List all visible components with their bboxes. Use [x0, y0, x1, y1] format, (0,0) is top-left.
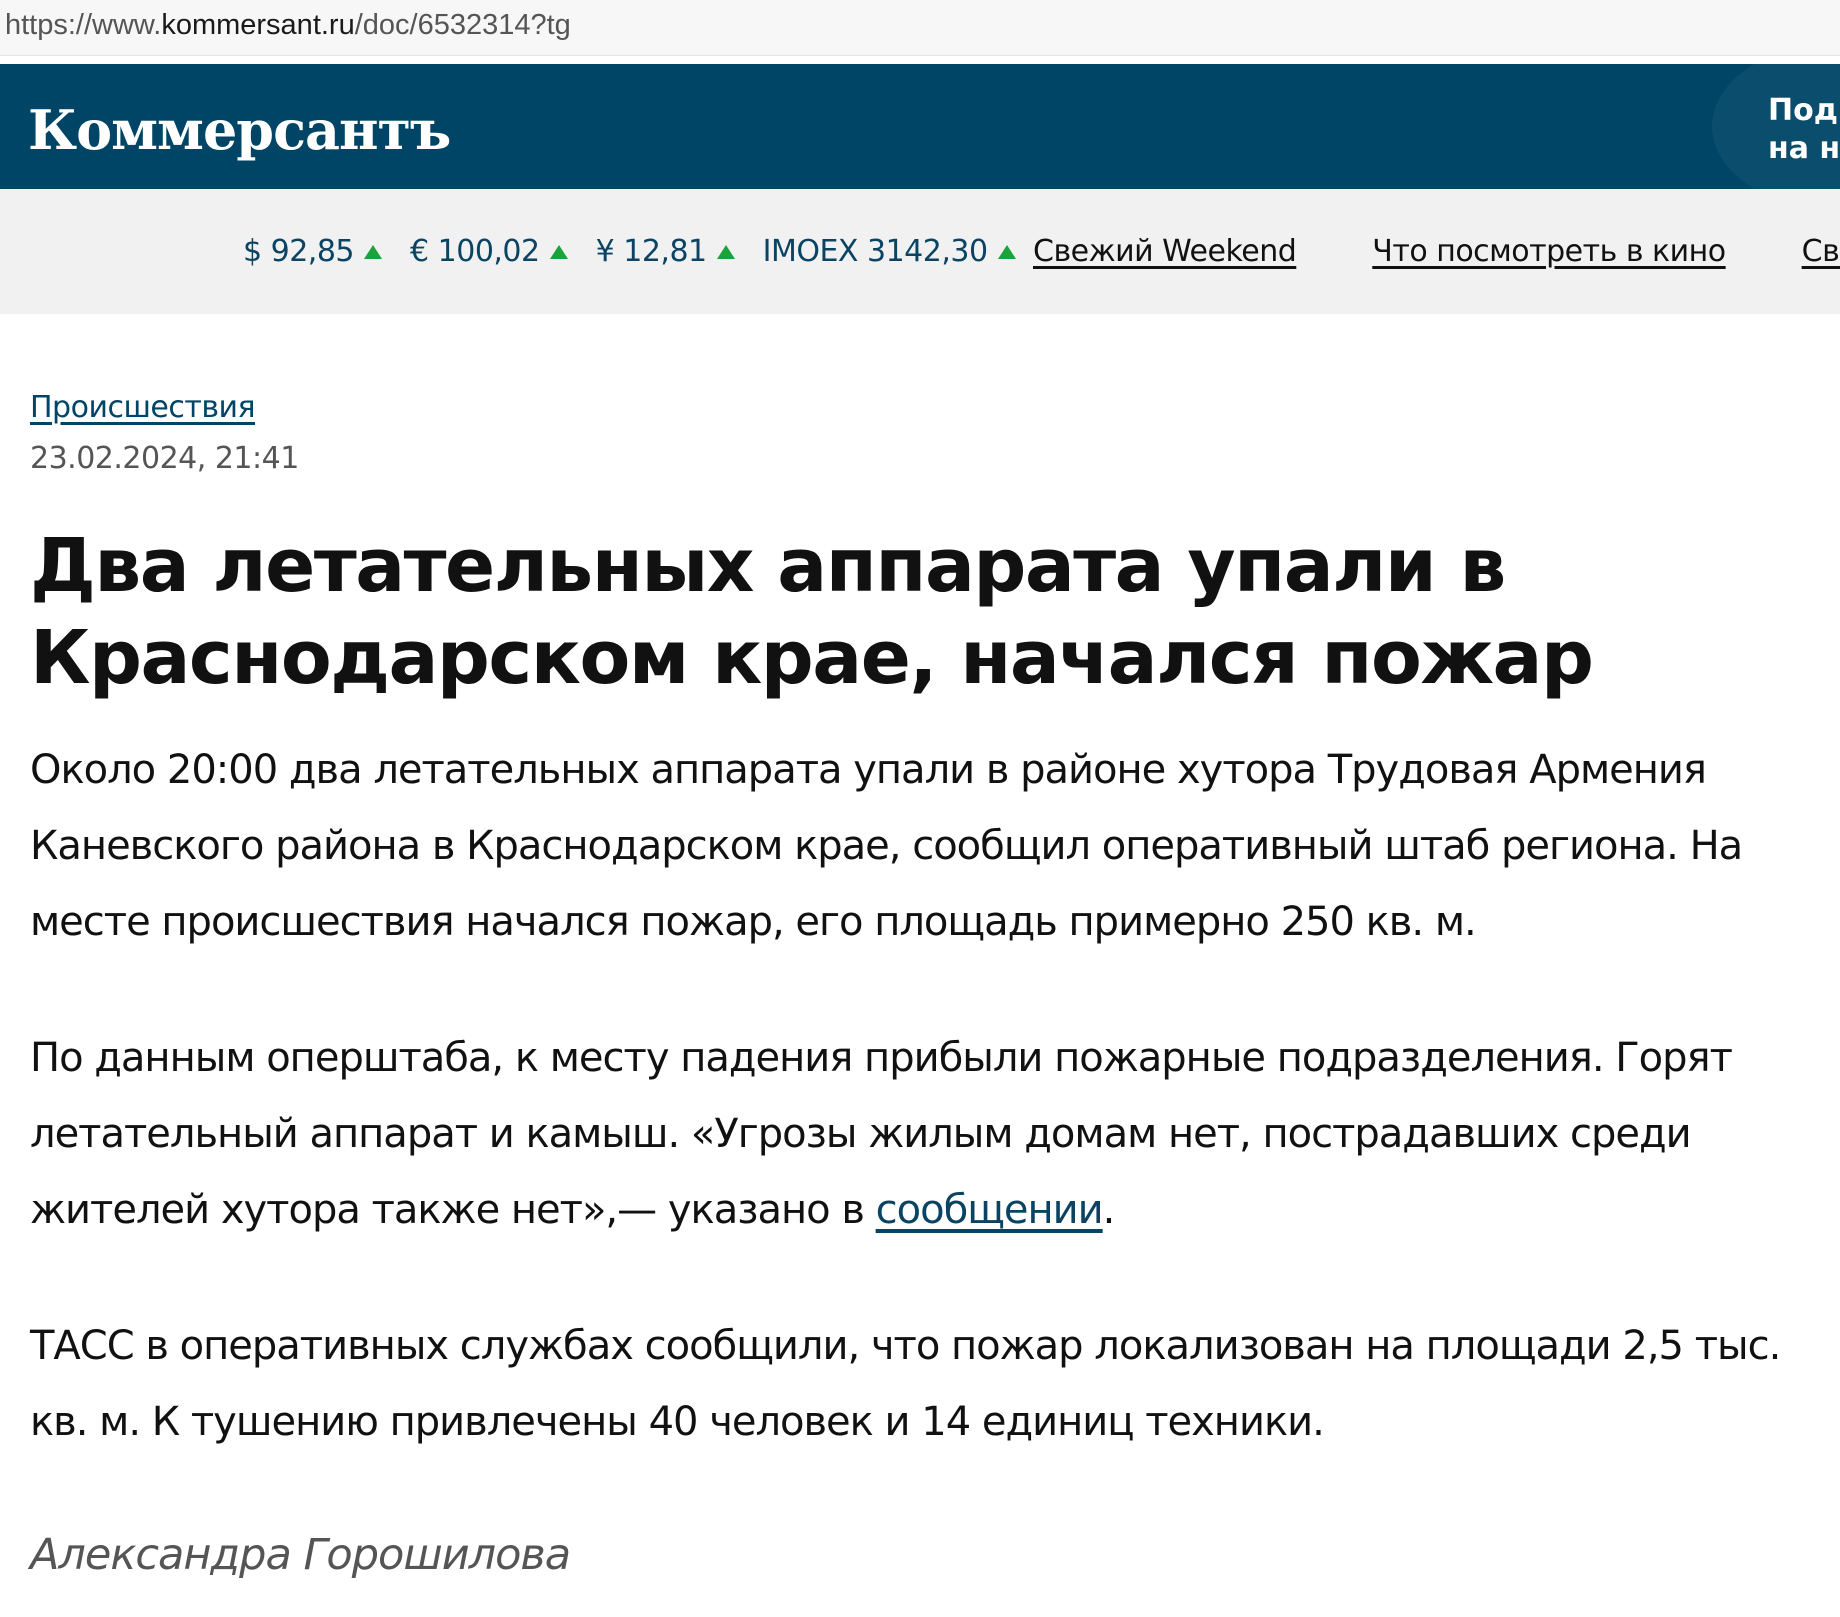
subscribe-line-1: Подп: [1768, 93, 1840, 128]
url-prefix: https://www.: [5, 9, 162, 41]
article-headline: Два летательных аппарата упали в Краснод…: [30, 523, 1594, 701]
quote-label: ¥ 12,81: [595, 234, 708, 269]
quote-cny[interactable]: ¥ 12,81: [596, 234, 735, 269]
link-fresh-weekend[interactable]: Свежий Weekend: [1033, 234, 1297, 269]
quote-label: IMOEX 3142,30: [762, 234, 988, 269]
author-name[interactable]: Александра Горошилова: [30, 1530, 1830, 1580]
ticker-bar: $ 92,85 € 100,02 ¥ 12,81 IMOEX 3142,30 С…: [0, 189, 1840, 314]
featured-links: Свежий Weekend Что посмотреть в кино Све…: [1033, 234, 1840, 269]
address-bar[interactable]: https://www.kommersant.ru/doc/6532314?tg: [0, 0, 1840, 56]
quote-label: € 100,02: [410, 234, 540, 269]
site-logo[interactable]: Коммерсантъ: [28, 98, 451, 162]
paragraph-1: Около 20:00 два летательных аппарата упа…: [30, 747, 1743, 945]
article-body: Около 20:00 два летательных аппарата упа…: [30, 732, 1830, 1460]
link-cinema[interactable]: Что посмотреть в кино: [1372, 234, 1726, 269]
article: Происшествия 23.02.2024, 21:41 Два летат…: [30, 390, 1830, 1580]
paragraph-3: ТАСС в оперативных службах сообщили, что…: [30, 1323, 1781, 1445]
quote-label: $ 92,85: [243, 234, 355, 269]
subscribe-line-2: на на: [1768, 131, 1840, 166]
source-link[interactable]: сообщении: [876, 1187, 1104, 1233]
market-quotes: $ 92,85 € 100,02 ¥ 12,81 IMOEX 3142,30: [243, 234, 1016, 269]
site-header: Коммерсантъ Подп на на: [0, 64, 1840, 189]
arrow-up-icon: [997, 244, 1016, 259]
url-path: /doc/6532314?tg: [354, 9, 571, 41]
quote-imoex[interactable]: IMOEX 3142,30: [763, 234, 1016, 269]
paragraph-2-end: .: [1102, 1187, 1116, 1233]
arrow-up-icon: [364, 244, 383, 259]
arrow-up-icon: [716, 244, 735, 259]
paragraph-2: По данным оперштаба, к месту падения при…: [30, 1020, 1830, 1248]
link-fresh-more[interactable]: Свеж: [1802, 234, 1840, 269]
publish-date: 23.02.2024, 21:41: [30, 441, 299, 476]
rubric-link[interactable]: Происшествия: [30, 390, 256, 425]
quote-usd[interactable]: $ 92,85: [243, 234, 383, 269]
subscribe-button[interactable]: Подп на на: [1768, 92, 1840, 168]
quote-eur[interactable]: € 100,02: [410, 234, 568, 269]
url-host: kommersant.ru: [161, 9, 355, 41]
arrow-up-icon: [549, 244, 568, 259]
